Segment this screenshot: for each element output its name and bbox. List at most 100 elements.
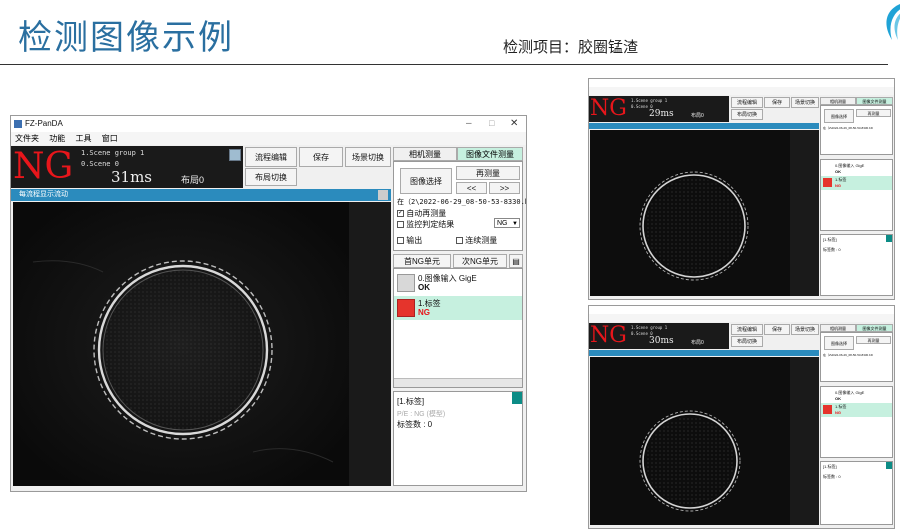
result-ng: NG xyxy=(13,146,74,187)
thumb-top-label-unit-icon xyxy=(823,178,832,187)
thumb-window-bottom: NG 1.Scene group 1 0.Scene 0 30ms 布局0 流程… xyxy=(588,305,895,529)
judge-select[interactable]: NG ▼ xyxy=(494,218,520,228)
thumb-top-detail-title: [1.标签] xyxy=(823,237,837,242)
thumb-top-titlebar xyxy=(589,79,894,87)
thumb-top-scene-switch[interactable]: 场景切换 xyxy=(791,97,819,108)
unit-list-scrollbar[interactable] xyxy=(394,378,522,387)
app-title: FZ-PanDA xyxy=(25,119,63,128)
thumb-top-unit-status-0: OK xyxy=(835,169,841,174)
thumb-bottom-save[interactable]: 保存 xyxy=(764,324,790,335)
thumb-bottom-detail-title: [1.标签] xyxy=(823,464,837,469)
next-image-button[interactable]: >> xyxy=(489,182,520,194)
camera-unit-icon xyxy=(397,274,415,292)
thumb-bottom-label-unit-icon xyxy=(823,405,832,414)
judge-select-value: NG xyxy=(497,220,508,227)
thumb-top-flow-edit[interactable]: 流程编辑 xyxy=(731,97,763,108)
thumb-bottom-unit-row-1[interactable]: 1.标签 NG xyxy=(821,403,892,417)
close-button[interactable]: ✕ xyxy=(510,118,518,129)
thumb-bottom-detail-scrollbar[interactable] xyxy=(886,462,892,469)
thumb-bottom-file-path: 在（2\2022-06-29_08-50-53-8330.bfz xyxy=(823,353,874,357)
thumb-top-result: NG 1.Scene group 1 0.Scene 0 29ms 布局0 xyxy=(589,96,729,122)
thumb-top-tab-camera[interactable]: 相机测量 xyxy=(820,97,856,105)
thumb-bottom-layout-switch[interactable]: 布局切换 xyxy=(731,336,763,347)
detail-count: 标签数 : 0 xyxy=(397,420,433,429)
thumb-top-unit-status-1: NG xyxy=(835,183,841,188)
thumb-top-detail-count: 标签数 : 0 xyxy=(823,247,841,252)
unit-row-1[interactable]: 1.标签 NG xyxy=(394,296,522,320)
auto-remeasure-checkbox[interactable]: ✓ 自动再测量 xyxy=(397,208,446,219)
save-button[interactable]: 保存 xyxy=(299,147,343,167)
image-viewer[interactable] xyxy=(13,202,349,486)
continuous-label: 连续测量 xyxy=(465,236,498,245)
menu-bar: 文件夹 功能 工具 窗口 xyxy=(11,132,526,145)
thumb-top-detail-scrollbar[interactable] xyxy=(886,235,892,242)
prev-image-button[interactable]: << xyxy=(456,182,487,194)
menu-folder[interactable]: 文件夹 xyxy=(15,132,39,145)
menu-tools[interactable]: 工具 xyxy=(75,132,91,145)
thumb-bottom-scene-switch[interactable]: 场景切换 xyxy=(791,324,819,335)
thumb-bottom-menubar xyxy=(589,314,894,322)
thumb-bottom-image-select[interactable]: 图像选择 xyxy=(824,336,854,350)
thumb-bottom-unit-status-1: NG xyxy=(835,410,841,415)
menu-function[interactable]: 功能 xyxy=(49,132,65,145)
first-ng-unit-button[interactable]: 首NG单元 xyxy=(393,254,451,268)
unit-list-icon[interactable]: ▤ xyxy=(509,254,523,268)
minimize-button[interactable]: – xyxy=(466,118,472,129)
thumb-top-layout-switch[interactable]: 布局切换 xyxy=(731,109,763,120)
output-check-icon[interactable] xyxy=(397,237,404,245)
thumb-bottom-remeasure[interactable]: 再测量 xyxy=(856,336,891,344)
thumb-top-remeasure[interactable]: 再测量 xyxy=(856,109,891,117)
flow-edit-button[interactable]: 流程编辑 xyxy=(245,147,297,167)
tab-camera-measure[interactable]: 相机测量 xyxy=(393,147,457,161)
monitor-judge-checkbox[interactable]: 监控判定结果 xyxy=(397,219,454,230)
thumb-bottom-tab-image-file[interactable]: 图像文件测量 xyxy=(856,324,893,332)
measure-panel: 图像选择 再测量 << >> 在（2\2022-06-29_08-50-53-8… xyxy=(393,161,526,251)
layout-label: 布局0 xyxy=(181,175,205,185)
auto-remeasure-label: 自动再测量 xyxy=(406,209,447,218)
thumb-top-unit-row-1[interactable]: 1.标签 NG xyxy=(821,176,892,190)
auto-remeasure-check-icon[interactable]: ✓ xyxy=(397,210,404,218)
detail-fine: P/E : NG (模型) xyxy=(397,411,446,418)
slide-title: 检测图像示例 xyxy=(18,18,234,58)
thumb-bottom-unit-list: 0.图像输入 GigE OK 1.标签 NG xyxy=(820,386,893,458)
layout-switch-button[interactable]: 布局切换 xyxy=(245,168,297,186)
flow-display-icon[interactable] xyxy=(378,190,388,200)
company-logo-icon xyxy=(886,4,900,40)
next-ng-unit-button[interactable]: 次NG单元 xyxy=(453,254,507,268)
continuous-checkbox[interactable]: 连续测量 xyxy=(456,235,497,246)
thumb-top-image-viewer[interactable] xyxy=(590,130,790,296)
scene-label: 0.Scene 0 xyxy=(81,160,119,168)
detail-scrollbar[interactable] xyxy=(512,392,522,404)
scene-switch-button[interactable]: 场景切换 xyxy=(345,147,391,167)
thumb-top-save[interactable]: 保存 xyxy=(764,97,790,108)
thumb-bottom-unit-status-0: OK xyxy=(835,396,841,401)
monitor-judge-check-icon[interactable] xyxy=(397,221,404,229)
tab-image-file-measure[interactable]: 图像文件测量 xyxy=(457,147,523,161)
maximize-button[interactable]: □ xyxy=(489,118,494,128)
thumb-bottom-flow-edit[interactable]: 流程编辑 xyxy=(731,324,763,335)
image-select-button[interactable]: 图像选择 xyxy=(400,168,452,194)
thumb-bottom-image-viewer[interactable] xyxy=(590,357,790,525)
thumb-bottom-flowbar xyxy=(589,350,819,356)
unit-list: 0.图像输入 GigE OK 1.标签 NG xyxy=(393,268,523,388)
monitor-judge-label: 监控判定结果 xyxy=(406,220,455,229)
thumb-window-top: NG 1.Scene group 1 0.Scene 0 29ms 布局0 流程… xyxy=(588,78,895,300)
unit-status-0: OK xyxy=(418,283,430,292)
thumb-bottom-tab-camera[interactable]: 相机测量 xyxy=(820,324,856,332)
thumb-top-image-select[interactable]: 图像选择 xyxy=(824,109,854,123)
thumb-top-tab-image-file[interactable]: 图像文件测量 xyxy=(856,97,893,105)
thumb-top-file-path: 在（2\2022-06-29_08-50-53-8330.bfz xyxy=(823,126,874,130)
thumb-top-detail-panel: [1.标签] 标签数 : 0 xyxy=(820,234,893,296)
unit-row-0[interactable]: 0.图像输入 GigE OK xyxy=(394,271,522,295)
thumb-top-ng: NG xyxy=(590,96,627,121)
continuous-check-icon[interactable] xyxy=(456,237,463,245)
thumb-bottom-result: NG 1.Scene group 1 0.Scene 0 30ms 布局0 xyxy=(589,323,729,349)
chevron-down-icon: ▼ xyxy=(512,221,518,227)
thumb-top-time: 29ms xyxy=(649,109,674,119)
thumb-top-flowbar xyxy=(589,123,819,129)
label-unit-icon xyxy=(397,299,415,317)
app-icon xyxy=(14,120,22,128)
output-checkbox[interactable]: 输出 xyxy=(397,235,422,246)
menu-window[interactable]: 窗口 xyxy=(102,132,118,145)
remeasure-button[interactable]: 再测量 xyxy=(456,166,520,180)
